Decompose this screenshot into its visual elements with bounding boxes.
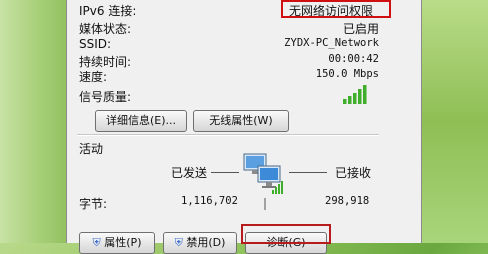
speed-value: 150.0 Mbps: [315, 68, 379, 80]
received-connector-line: [289, 172, 327, 173]
ssid-row: SSID: ZYDX-PC_Network: [79, 37, 379, 54]
sent-label: 已发送: [171, 166, 208, 180]
signal-row: 信号质量:: [79, 88, 379, 105]
details-button[interactable]: 详细信息(E)...: [95, 110, 187, 132]
signal-strength-icon: [343, 85, 367, 104]
ipv6-row: IPv6 连接: 无网络访问权限: [79, 0, 391, 19]
ipv6-label: IPv6 连接:: [79, 4, 137, 18]
wireless-properties-button[interactable]: 无线属性(W): [193, 110, 289, 132]
received-label: 已接收: [335, 166, 372, 180]
media-state-row: 媒体状态: 已启用: [79, 20, 379, 37]
bytes-label: 字节:: [79, 197, 108, 211]
media-state-value: 已启用: [342, 22, 379, 36]
ssid-value: ZYDX-PC_Network: [284, 37, 379, 49]
properties-button[interactable]: ⛨ 属性(P): [79, 232, 155, 254]
bytes-sent-value: 1,116,702: [181, 195, 238, 207]
disable-button[interactable]: ⛨ 禁用(D): [163, 232, 237, 254]
network-computers-icon: [243, 153, 283, 210]
bytes-received-value: 298,918: [325, 195, 370, 207]
ipv6-highlight-box: [281, 0, 391, 18]
diagnose-highlight-box: [241, 224, 331, 244]
speed-row: 速度: 150.0 Mbps: [79, 68, 379, 85]
sent-connector-line: [211, 172, 239, 173]
signal-label: 信号质量:: [79, 90, 132, 104]
duration-value: 00:00:42: [328, 53, 379, 65]
activity-title: 活动: [79, 142, 104, 156]
media-state-label: 媒体状态:: [79, 22, 132, 36]
speed-label: 速度:: [79, 70, 108, 84]
section-divider: [77, 134, 379, 136]
wireless-status-dialog: IPv6 连接: 无网络访问权限 媒体状态: 已启用 SSID: ZYDX-PC…: [66, 0, 422, 254]
background-left: [0, 0, 66, 243]
ssid-label: SSID:: [79, 37, 112, 51]
background-right: [420, 0, 488, 243]
